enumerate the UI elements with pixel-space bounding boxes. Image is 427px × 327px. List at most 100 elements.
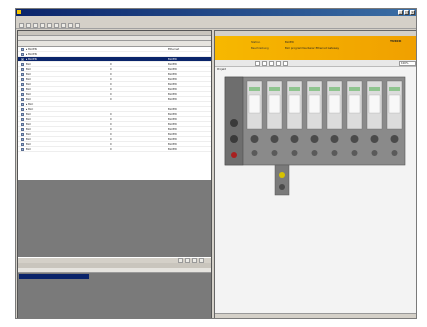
io-led-strip bbox=[289, 87, 300, 91]
m12-connector bbox=[270, 135, 279, 143]
io-led-strip bbox=[269, 87, 280, 91]
paste-icon[interactable] bbox=[54, 22, 59, 28]
ethernet-port-1 bbox=[230, 119, 238, 127]
table-row[interactable]: BLC 0 BLCEN bbox=[18, 147, 211, 152]
m12-connector-2 bbox=[331, 150, 338, 156]
main-toolbar bbox=[16, 22, 416, 29]
ethernet-port-2 bbox=[230, 135, 238, 143]
module-diagram bbox=[224, 76, 406, 196]
io-label-area bbox=[268, 94, 281, 114]
device-icon bbox=[21, 63, 24, 66]
extension-connector bbox=[279, 184, 285, 190]
view-statusbar bbox=[215, 313, 416, 318]
device-icon bbox=[21, 98, 24, 101]
title-bar: _ □ × bbox=[16, 9, 416, 16]
power-connector bbox=[231, 152, 237, 158]
device-icon bbox=[21, 78, 24, 81]
station-view: Station BLCEN Beschreibung BLC programmi… bbox=[214, 30, 416, 318]
row-col2: 0 bbox=[110, 148, 112, 151]
view-toolbar: 100% bbox=[215, 60, 416, 67]
save-icon[interactable] bbox=[33, 22, 38, 28]
station-tree: ▸ BLCEN Ethernet ▸ BLCEN ▸ BLCEN BLCEN BLC 0 BL… bbox=[18, 47, 211, 180]
m12-connector-2 bbox=[391, 150, 398, 156]
print-view-icon[interactable] bbox=[283, 61, 288, 66]
copy-icon[interactable] bbox=[47, 22, 52, 28]
description-value: BLC programmierbarer Ethernet Gateway bbox=[285, 47, 340, 50]
row-name: BLC bbox=[26, 148, 32, 151]
device-icon bbox=[21, 73, 24, 76]
maximize-button[interactable]: □ bbox=[404, 10, 409, 15]
io-label-area bbox=[288, 94, 301, 114]
print-icon[interactable] bbox=[61, 22, 66, 28]
io-led-strip bbox=[329, 87, 340, 91]
extension-led bbox=[279, 172, 285, 178]
device-icon bbox=[21, 58, 24, 61]
m12-connector bbox=[370, 135, 379, 143]
extension-module bbox=[274, 164, 290, 196]
device-icon bbox=[21, 88, 24, 91]
canvas-label: Projekt bbox=[217, 68, 226, 71]
minimize-button[interactable]: _ bbox=[398, 10, 403, 15]
device-icon bbox=[21, 133, 24, 136]
device-icon bbox=[21, 128, 24, 131]
io-label-area bbox=[308, 94, 321, 114]
io-label-area bbox=[248, 94, 261, 114]
device-icon bbox=[21, 93, 24, 96]
new-icon[interactable] bbox=[19, 22, 24, 28]
io-led-strip bbox=[349, 87, 360, 91]
brand-logo: TURCK bbox=[390, 39, 402, 43]
online-icon[interactable] bbox=[68, 22, 73, 28]
io-led-strip bbox=[249, 87, 260, 91]
io-label-area bbox=[368, 94, 381, 114]
m12-connector-2 bbox=[271, 150, 278, 156]
zoom-in-icon[interactable] bbox=[255, 61, 260, 66]
project-panel: ▸ BLCEN Ethernet ▸ BLCEN ▸ BLCEN BLCEN BLC 0 BL… bbox=[17, 30, 212, 318]
io-label-area bbox=[348, 94, 361, 114]
io-led-strip bbox=[309, 87, 320, 91]
device-header: Station BLCEN Beschreibung BLC programmi… bbox=[215, 36, 416, 60]
station-label: Station bbox=[251, 41, 261, 44]
device-icon bbox=[21, 108, 24, 111]
m12-connector bbox=[310, 135, 319, 143]
m12-connector bbox=[350, 135, 359, 143]
m12-connector-2 bbox=[371, 150, 378, 156]
help-icon[interactable] bbox=[75, 22, 80, 28]
device-icon bbox=[21, 148, 24, 151]
m12-connector bbox=[250, 135, 259, 143]
zoom-out-icon[interactable] bbox=[262, 61, 267, 66]
empty-area bbox=[18, 180, 211, 257]
lower-list bbox=[18, 273, 211, 318]
close-button[interactable]: × bbox=[410, 10, 415, 15]
device-icon bbox=[21, 113, 24, 116]
device-icon bbox=[21, 138, 24, 141]
device-icon bbox=[21, 118, 24, 121]
lower-list-selected-item[interactable] bbox=[19, 274, 89, 279]
fit-icon[interactable] bbox=[269, 61, 274, 66]
station-value: BLCEN bbox=[285, 41, 294, 44]
m12-connector-2 bbox=[351, 150, 358, 156]
m12-connector bbox=[390, 135, 399, 143]
m12-connector bbox=[290, 135, 299, 143]
m12-connector-2 bbox=[251, 150, 258, 156]
m12-connector-2 bbox=[311, 150, 318, 156]
hardware-canvas: Projekt bbox=[215, 67, 416, 313]
grid-icon[interactable] bbox=[276, 61, 281, 66]
device-icon bbox=[21, 103, 24, 106]
io-label-area bbox=[328, 94, 341, 114]
device-icon bbox=[21, 68, 24, 71]
io-label-area bbox=[388, 94, 401, 114]
m12-connector bbox=[330, 135, 339, 143]
m12-connector-2 bbox=[291, 150, 298, 156]
device-icon bbox=[21, 83, 24, 86]
description-label: Beschreibung bbox=[251, 47, 269, 50]
device-icon bbox=[21, 143, 24, 146]
zoom-select[interactable]: 100% bbox=[399, 61, 416, 66]
device-icon bbox=[21, 123, 24, 126]
row-type: BLCEN bbox=[168, 148, 177, 151]
device-icon bbox=[21, 53, 24, 56]
open-icon[interactable] bbox=[26, 22, 31, 28]
device-icon bbox=[21, 48, 24, 51]
cut-icon[interactable] bbox=[40, 22, 45, 28]
io-led-strip bbox=[369, 87, 380, 91]
zoom-value: 100% bbox=[401, 62, 409, 65]
